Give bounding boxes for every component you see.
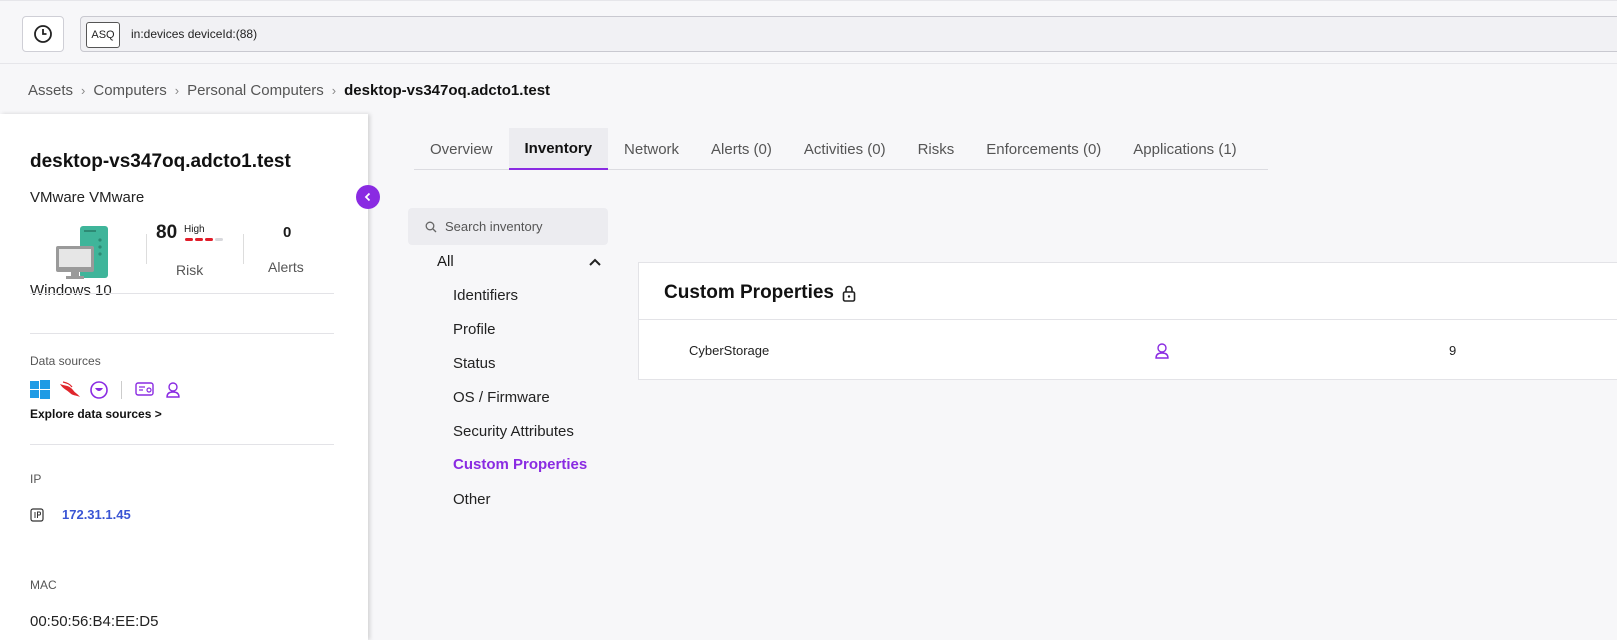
asq-badge[interactable]: ASQ (86, 22, 120, 48)
risk-score: 80 (156, 222, 178, 243)
breadcrumb-current: desktop-vs347oq.adcto1.test (344, 81, 551, 99)
chevron-right-icon: › (81, 82, 86, 98)
device-summary-panel: desktop-vs347oq.adcto1.test VMware VMwar… (0, 114, 368, 640)
risk-bar-segment (195, 238, 203, 241)
lock-icon (842, 285, 856, 302)
top-bar: ASQ in:devices deviceId:(88) (0, 0, 1617, 64)
breadcrumb: Assets › Computers › Personal Computers … (28, 80, 550, 100)
risk-bar-segment (205, 238, 213, 241)
nav-item-other[interactable]: Other (453, 491, 491, 508)
chevron-up-icon[interactable] (588, 257, 602, 267)
breadcrumb-assets[interactable]: Assets (28, 82, 73, 99)
divider (30, 293, 334, 294)
tab-overview[interactable]: Overview (414, 128, 509, 170)
ip-row: 172.31.1.45 (30, 507, 131, 522)
risk-level: High (184, 224, 205, 235)
tab-network[interactable]: Network (608, 128, 695, 170)
nav-item-identifiers[interactable]: Identifiers (453, 287, 518, 304)
property-name: CyberStorage (689, 343, 770, 358)
armis-icon[interactable] (90, 381, 108, 399)
device-vendor: VMware VMware (30, 189, 145, 206)
clock-icon (34, 25, 52, 43)
explore-data-sources-link[interactable]: Explore data sources > (30, 407, 162, 421)
alerts-count: 0 (283, 224, 292, 241)
tab-activities[interactable]: Activities (0) (788, 128, 902, 170)
nav-item-profile[interactable]: Profile (453, 321, 496, 338)
tab-inventory[interactable]: Inventory (508, 128, 609, 170)
divider (30, 333, 334, 334)
divider (243, 234, 244, 264)
nav-item-custom-properties[interactable]: Custom Properties (453, 456, 587, 473)
collapse-panel-button[interactable] (356, 185, 380, 209)
data-sources-icons (30, 380, 182, 400)
history-button[interactable] (22, 16, 64, 52)
divider (639, 319, 1617, 320)
data-sources-label: Data sources (30, 354, 101, 368)
inventory-nav-all[interactable]: All (437, 253, 602, 270)
breadcrumb-personal-computers[interactable]: Personal Computers (187, 82, 324, 99)
chevron-right-icon: › (331, 82, 337, 98)
divider (121, 381, 122, 399)
sensor-icon[interactable] (135, 381, 155, 399)
custom-properties-title: Custom Properties (664, 282, 834, 303)
custom-user-icon[interactable] (164, 381, 182, 399)
tab-applications[interactable]: Applications (1) (1117, 128, 1252, 170)
nav-all-label: All (437, 253, 454, 270)
ip-address-link[interactable]: 172.31.1.45 (62, 507, 131, 522)
mac-address: 00:50:56:B4:EE:D5 (30, 613, 159, 630)
card-title: Custom Properties (664, 282, 856, 304)
mac-label: MAC (30, 578, 57, 592)
risk-level-bar (185, 238, 223, 241)
search-icon (425, 221, 437, 233)
alerts-label: Alerts (268, 259, 304, 275)
crowdstrike-icon[interactable] (59, 381, 81, 399)
risk-bar-segment (215, 238, 223, 241)
tab-enforcements[interactable]: Enforcements (0) (970, 128, 1117, 170)
nav-item-security-attributes[interactable]: Security Attributes (453, 423, 574, 440)
inventory-search (408, 208, 608, 245)
breadcrumb-computers[interactable]: Computers (93, 82, 166, 99)
divider (30, 444, 334, 445)
query-bar[interactable]: ASQ in:devices deviceId:(88) (80, 16, 1617, 52)
tab-risks[interactable]: Risks (902, 128, 971, 170)
device-title: desktop-vs347oq.adcto1.test (30, 151, 291, 172)
nav-item-status[interactable]: Status (453, 355, 496, 372)
chevron-left-icon (364, 192, 371, 202)
property-value: 9 (1449, 343, 1457, 358)
ip-label: IP (30, 472, 42, 486)
query-input[interactable]: in:devices deviceId:(88) (131, 27, 257, 41)
computer-icon (56, 226, 108, 279)
risk-label: Risk (176, 262, 204, 278)
search-inventory-input[interactable] (445, 219, 605, 234)
divider (146, 234, 147, 264)
custom-user-icon (1155, 343, 1169, 359)
custom-properties-card: Custom Properties CyberStorage 9 (638, 262, 1617, 380)
chevron-right-icon: › (174, 82, 180, 98)
ip-icon (30, 507, 44, 522)
windows-icon[interactable] (30, 380, 50, 400)
tab-bar: Overview Inventory Network Alerts (0) Ac… (414, 128, 1268, 170)
tab-alerts[interactable]: Alerts (0) (695, 128, 788, 170)
risk-bar-segment (185, 238, 193, 241)
nav-item-os-firmware[interactable]: OS / Firmware (453, 389, 550, 406)
